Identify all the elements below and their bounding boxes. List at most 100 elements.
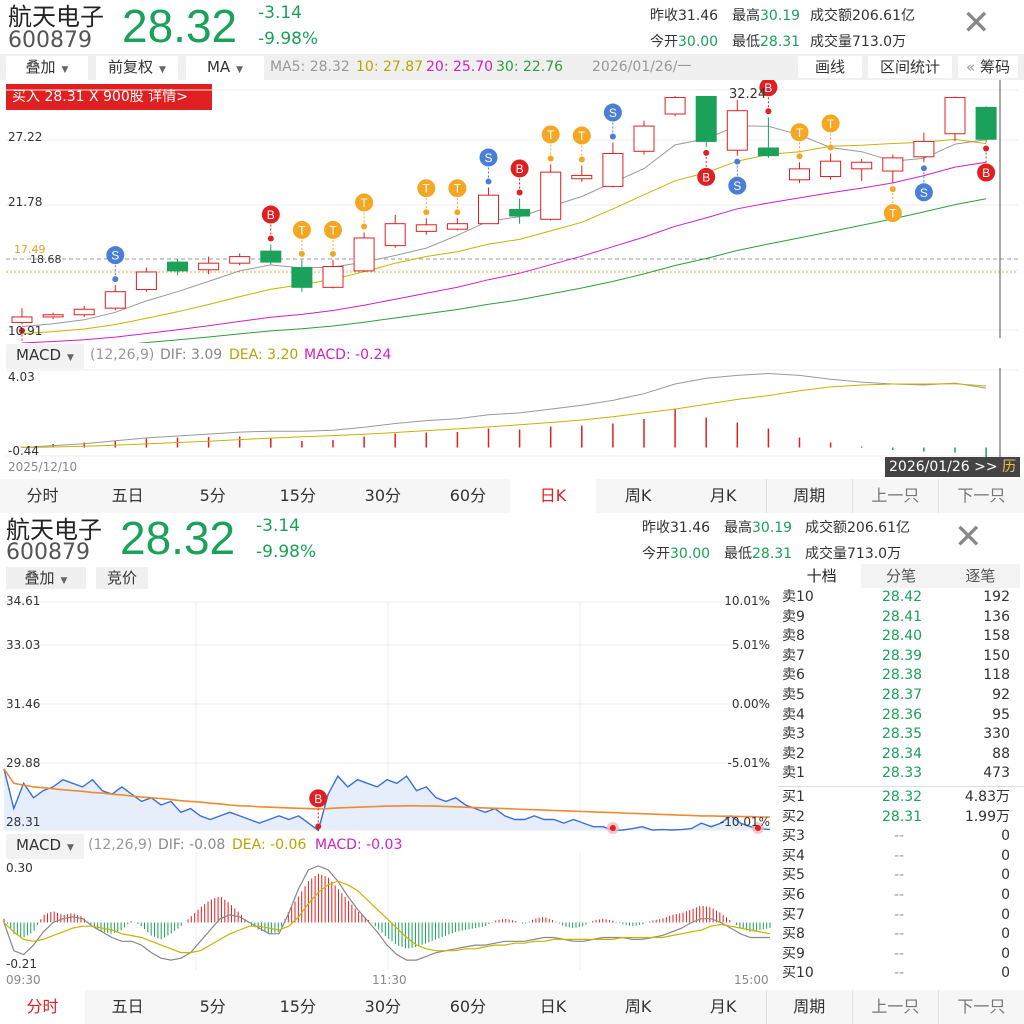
candle-body — [509, 208, 531, 217]
overlay-dropdown-2[interactable]: 叠加 ▼ — [6, 567, 86, 589]
intra-dif-value: DIF: -0.08 — [158, 837, 226, 853]
marker-dot — [920, 165, 927, 172]
dropdown-triangle-icon: ▼ — [159, 65, 166, 75]
tab-15min[interactable]: 15分 — [255, 990, 340, 1024]
overlay-label: 叠加 — [24, 569, 55, 587]
price-change-2: -3.14 — [256, 516, 300, 536]
trade-marker-label: T — [298, 223, 306, 237]
bid-row[interactable]: 买9 -- 0 — [778, 945, 1018, 965]
indicator-label: MA — [206, 58, 231, 76]
bid-row[interactable]: 买5 -- 0 — [778, 866, 1018, 886]
bid-row[interactable]: 买8 -- 0 — [778, 925, 1018, 945]
ask-level-label: 卖8 — [782, 628, 805, 645]
tab-trades[interactable]: 逐笔 — [941, 564, 1020, 588]
ask-row[interactable]: 卖5 28.37 92 — [778, 686, 1018, 706]
prev-stock-button[interactable]: 上一只 — [851, 990, 938, 1024]
marker-dot — [796, 153, 803, 160]
interval-stats-button[interactable]: 区间统计 — [868, 56, 952, 78]
bid-row[interactable]: 买4 -- 0 — [778, 847, 1018, 867]
tab-5min[interactable]: 5分 — [170, 990, 255, 1024]
ask-row[interactable]: 卖10 28.42 192 — [778, 588, 1018, 608]
low-stat-2: 最低28.31 — [724, 543, 792, 563]
bid-row[interactable]: 买3 -- 0 — [778, 827, 1018, 847]
marker-dot — [578, 156, 585, 163]
bid-row[interactable]: 买6 -- 0 — [778, 886, 1018, 906]
tab-weekly-k[interactable]: 周K — [596, 479, 681, 513]
prev-close-value: 31.46 — [678, 8, 719, 24]
dropdown-triangle-icon: ▼ — [61, 65, 69, 75]
bid-row[interactable]: 买2 28.31 1.99万 — [778, 808, 1018, 828]
bid-row[interactable]: 买1 28.32 4.83万 — [778, 788, 1018, 808]
trade-marker-label: B — [982, 166, 990, 180]
intra-macd-dropdown[interactable]: MACD ▼ — [6, 834, 84, 859]
bid-row[interactable]: 买7 -- 0 — [778, 906, 1018, 926]
tab-30min[interactable]: 30分 — [340, 990, 425, 1024]
adjust-dropdown[interactable]: 前复权 ▼ — [96, 56, 178, 81]
ask-levels: 卖10 28.42 192 卖9 28.41 136 卖8 28.40 158 卖7 28.39 15… — [778, 588, 1024, 784]
kline-ylabel-3: 10.91 — [8, 324, 43, 338]
bid-price: -- — [894, 945, 905, 962]
tab-30min[interactable]: 30分 — [340, 479, 425, 513]
bid-price: -- — [894, 847, 905, 864]
tab-daily-k[interactable]: 日K — [510, 990, 595, 1024]
ma5-value: MA5: 28.32 — [270, 59, 350, 75]
chips-button[interactable]: « 筹码 — [958, 56, 1018, 78]
tab-five-day[interactable]: 五日 — [85, 990, 170, 1024]
tab-period[interactable]: 周期 — [765, 990, 852, 1024]
tab-intraday[interactable]: 分时 — [0, 990, 86, 1024]
overlay-dropdown[interactable]: 叠加 ▼ — [6, 56, 88, 81]
tab-60min[interactable]: 60分 — [425, 990, 510, 1024]
kline-end-date-tag[interactable]: 2026/01/26 >> 历 — [885, 457, 1021, 477]
prev-stock-button[interactable]: 上一只 — [851, 479, 938, 513]
bid-row[interactable]: 买10 -- 0 — [778, 964, 1018, 984]
tab-monthly-k[interactable]: 月K — [681, 990, 766, 1024]
bid-volume: 1.99万 — [964, 808, 1010, 825]
bid-price: -- — [894, 887, 905, 903]
kline-chart: BSBTTTTTSBTTSBSBTTTSB — [6, 80, 1018, 462]
close-icon[interactable]: ✕ — [954, 520, 983, 554]
ask-row[interactable]: 卖3 28.35 330 — [778, 725, 1018, 745]
tab-5min[interactable]: 5分 — [170, 479, 255, 513]
volume-value: 713.0万 — [847, 546, 902, 562]
tab-weekly-k[interactable]: 周K — [596, 990, 681, 1024]
turnover-stat-2: 成交额206.61亿 — [805, 517, 910, 537]
marker-dot — [298, 250, 305, 257]
candle-body — [260, 250, 282, 263]
ask-row[interactable]: 卖9 28.41 136 — [778, 608, 1018, 628]
intra-pct-1: 10.01% — [724, 594, 770, 608]
macd-label: MACD — [16, 836, 62, 854]
tab-intraday[interactable]: 分时 — [0, 479, 85, 513]
ask-row[interactable]: 卖7 28.39 150 — [778, 647, 1018, 667]
tab-period[interactable]: 周期 — [765, 479, 852, 513]
tab-15min[interactable]: 15分 — [255, 479, 340, 513]
ma5-line — [21, 125, 987, 328]
tab-ten-levels[interactable]: 十档 — [782, 564, 862, 588]
tab-ticks[interactable]: 分笔 — [861, 564, 940, 588]
ask-volume: 192 — [983, 589, 1010, 605]
close-icon[interactable]: ✕ — [962, 6, 991, 40]
tab-monthly-k[interactable]: 月K — [681, 479, 766, 513]
auction-button[interactable]: 竞价 — [96, 567, 148, 589]
kline-macd-dropdown[interactable]: MACD ▼ — [6, 344, 84, 369]
tab-60min[interactable]: 60分 — [425, 479, 510, 513]
ask-row[interactable]: 卖1 28.33 473 — [778, 764, 1018, 784]
ask-price: 28.36 — [882, 706, 923, 723]
next-stock-button[interactable]: 下一只 — [937, 479, 1024, 513]
ask-row[interactable]: 卖4 28.36 95 — [778, 706, 1018, 726]
tab-daily-k[interactable]: 日K — [510, 479, 596, 513]
draw-line-button[interactable]: 画线 — [798, 56, 862, 78]
trade-marker-label: T — [454, 182, 462, 196]
marker-dot — [983, 145, 990, 152]
indicator-dropdown[interactable]: MA ▼ — [186, 56, 264, 81]
trade-marker-label: S — [111, 249, 119, 263]
trade-marker-label: T — [423, 182, 431, 196]
ask-row[interactable]: 卖6 28.38 118 — [778, 666, 1018, 686]
marker-dot — [485, 178, 492, 185]
tab-five-day[interactable]: 五日 — [85, 479, 170, 513]
kline-toolbar: 叠加 ▼ 前复权 ▼ MA ▼ MA5: 28.32 10: 27.87 20: 25… — [0, 54, 1024, 81]
candle-body — [73, 308, 95, 316]
ask-row[interactable]: 卖8 28.40 158 — [778, 627, 1018, 647]
ask-level-label: 卖2 — [782, 745, 805, 762]
next-stock-button[interactable]: 下一只 — [937, 990, 1024, 1024]
ask-row[interactable]: 卖2 28.34 88 — [778, 745, 1018, 765]
